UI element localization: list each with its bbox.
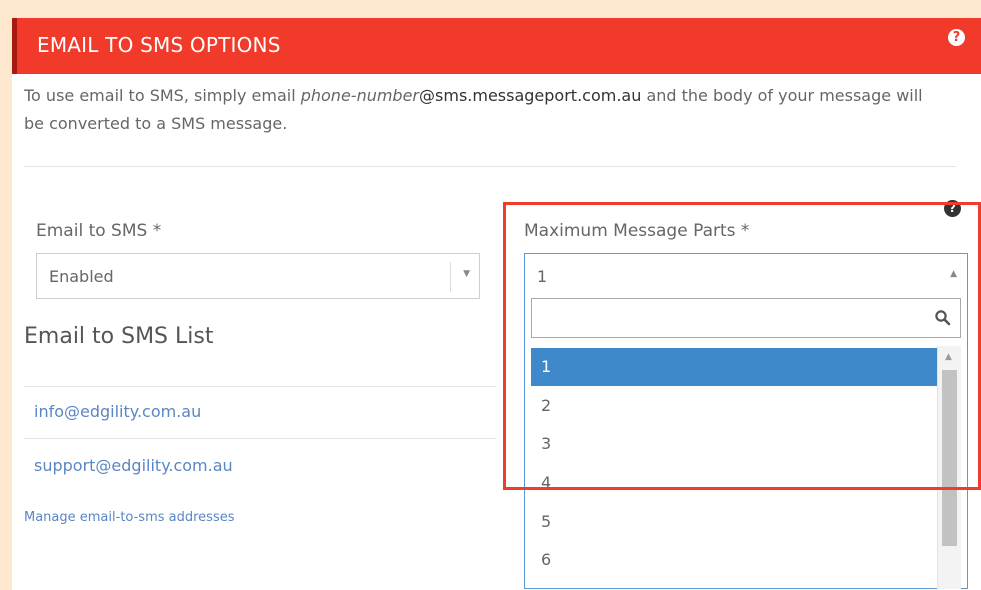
caret-up-icon: ▲ — [950, 269, 957, 279]
search-icon — [935, 310, 951, 326]
intro-text: To use email to SMS, simply email phone-… — [24, 82, 934, 138]
divider — [24, 166, 956, 167]
scroll-up-arrow-icon[interactable]: ▲ — [945, 352, 952, 362]
dropdown-option[interactable]: 6 — [531, 541, 937, 579]
panel-header: EMAIL TO SMS OPTIONS ? — [12, 18, 981, 74]
dropdown-search-input[interactable] — [532, 299, 912, 337]
select-separator — [450, 262, 451, 292]
help-icon[interactable]: ? — [948, 29, 965, 46]
help-icon[interactable]: ? — [944, 200, 961, 217]
email-to-sms-value: Enabled — [49, 267, 114, 286]
dropdown-option[interactable]: 1 — [531, 348, 937, 386]
dropdown-scrollbar[interactable]: ▲ — [937, 346, 961, 589]
max-parts-value: 1 — [537, 267, 548, 286]
list-divider — [24, 438, 496, 439]
manage-addresses-link[interactable]: Manage email-to-sms addresses — [24, 510, 234, 525]
dropdown-option[interactable]: 5 — [531, 503, 937, 541]
list-title: Email to SMS List — [24, 324, 214, 349]
email-to-sms-select[interactable]: Enabled ▼ — [36, 253, 480, 299]
max-parts-label: Maximum Message Parts * — [524, 221, 750, 241]
dropdown-option[interactable]: 4 — [531, 464, 937, 502]
sms-domain: @sms.messageport.com.au — [419, 86, 642, 105]
list-item[interactable]: support@edgility.com.au — [34, 456, 233, 475]
caret-down-icon: ▼ — [463, 269, 470, 279]
email-to-sms-label: Email to SMS * — [36, 221, 162, 241]
dropdown-option[interactable]: 3 — [531, 425, 937, 463]
panel-title: EMAIL TO SMS OPTIONS — [37, 33, 281, 57]
dropdown-option[interactable]: 2 — [531, 387, 937, 425]
scroll-thumb[interactable] — [942, 370, 957, 546]
max-parts-select[interactable]: 1 ▲ — [524, 253, 968, 299]
intro-part1: To use email to SMS, simply email — [24, 86, 301, 105]
phone-number-placeholder: phone-number — [300, 86, 420, 105]
list-divider — [24, 386, 496, 387]
max-parts-dropdown: 1 2 3 4 5 6 ▲ — [524, 298, 968, 589]
list-item[interactable]: info@edgility.com.au — [34, 402, 201, 421]
dropdown-search[interactable] — [531, 298, 961, 338]
